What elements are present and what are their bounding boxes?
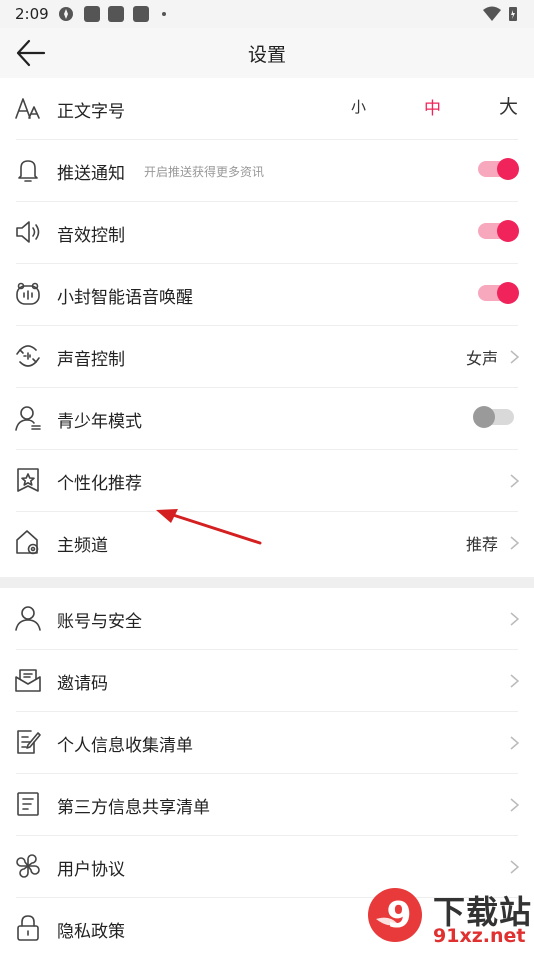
page-title: 设置	[247, 44, 286, 66]
watermark-domain: 91xz.net	[433, 925, 526, 947]
chevron-right-icon	[510, 674, 519, 688]
watermark-logo-text: 9	[386, 895, 411, 936]
voice-control-value: 女声	[465, 349, 498, 368]
star-bookmark-icon	[17, 468, 39, 492]
chevron-right-icon	[510, 536, 519, 550]
main-channel-label: 主频道	[57, 536, 108, 556]
notification-square-icon	[84, 6, 100, 22]
privacy-policy-label: 隐私政策	[57, 922, 125, 942]
voice-wake-label: 小封智能语音唤醒	[57, 288, 193, 308]
push-notification-toggle[interactable]	[478, 158, 519, 180]
user-icon	[15, 606, 41, 631]
toggle-knob	[497, 220, 519, 242]
youth-user-icon	[15, 406, 41, 431]
account-security-row[interactable]: 账号与安全	[0, 588, 534, 650]
home-settings-icon	[16, 530, 39, 555]
toggle-knob	[497, 282, 519, 304]
robot-voice-icon	[16, 282, 40, 305]
font-size-label: 正文字号	[57, 102, 125, 122]
chevron-right-icon	[510, 474, 519, 488]
voice-control-row[interactable]: 声音控制 女声	[0, 326, 534, 388]
chevron-right-icon	[510, 736, 519, 750]
status-bar: 2:09	[0, 0, 534, 28]
font-size-medium-option[interactable]: 中	[424, 94, 441, 119]
notification-square-icon	[108, 6, 124, 22]
youth-mode-toggle[interactable]	[473, 406, 514, 428]
voice-control-label: 声音控制	[57, 350, 125, 370]
toggle-knob	[473, 406, 495, 428]
section-separator	[0, 577, 534, 588]
third-party-sharing-label: 第三方信息共享清单	[57, 798, 210, 818]
user-agreement-label: 用户协议	[57, 860, 125, 880]
bell-icon	[18, 160, 38, 182]
font-size-large-option[interactable]: 大	[499, 92, 518, 119]
watermark: 9 下载站 91xz.net	[365, 885, 534, 950]
voice-wake-toggle[interactable]	[478, 282, 519, 304]
clover-icon	[16, 854, 40, 878]
document-list-icon	[17, 792, 39, 816]
battery-icon	[509, 7, 517, 21]
invite-code-row[interactable]: 邀请码	[0, 650, 534, 712]
more-notifications-dot	[162, 12, 166, 16]
third-party-sharing-row[interactable]: 第三方信息共享清单	[0, 774, 534, 836]
chevron-right-icon	[510, 612, 519, 626]
speaker-icon	[16, 221, 40, 243]
app-notification-icon	[59, 7, 73, 21]
chevron-right-icon	[510, 350, 519, 364]
chevron-right-icon	[510, 798, 519, 812]
font-size-row: 正文字号 小 中 大	[0, 78, 534, 140]
top-bar: 设置	[0, 28, 534, 78]
notification-square-icon	[133, 6, 149, 22]
annotation-arrow	[156, 509, 262, 545]
personal-info-list-label: 个人信息收集清单	[57, 736, 193, 756]
push-notification-label: 推送通知	[57, 164, 125, 184]
youth-mode-row: 青少年模式	[0, 388, 534, 450]
push-notification-hint: 开启推送获得更多资讯	[144, 165, 265, 179]
voice-wake-row: 小封智能语音唤醒	[0, 264, 534, 326]
status-time: 2:09	[15, 5, 49, 23]
document-edit-icon	[17, 730, 41, 754]
personalized-recommendation-row[interactable]: 个性化推荐	[0, 450, 534, 512]
lock-icon	[17, 915, 39, 941]
sound-effects-row: 音效控制	[0, 202, 534, 264]
personalized-recommendation-label: 个性化推荐	[57, 474, 142, 494]
push-notification-row: 推送通知 开启推送获得更多资讯	[0, 140, 534, 202]
wifi-icon	[483, 6, 501, 21]
chevron-right-icon	[510, 860, 519, 874]
font-size-icon	[15, 98, 40, 119]
sound-effects-toggle[interactable]	[478, 220, 519, 242]
account-security-label: 账号与安全	[57, 612, 142, 632]
invite-code-label: 邀请码	[57, 674, 108, 694]
sound-effects-label: 音效控制	[57, 226, 125, 246]
main-channel-row[interactable]: 主频道 推荐	[0, 512, 534, 574]
font-size-small-option[interactable]: 小	[351, 96, 366, 117]
watermark-logo-icon: 9	[368, 888, 422, 942]
voice-cycle-icon	[16, 345, 40, 367]
envelope-icon	[15, 669, 41, 692]
toggle-knob	[497, 158, 519, 180]
main-channel-value: 推荐	[465, 535, 498, 554]
personal-info-list-row[interactable]: 个人信息收集清单	[0, 712, 534, 774]
youth-mode-label: 青少年模式	[57, 412, 142, 432]
